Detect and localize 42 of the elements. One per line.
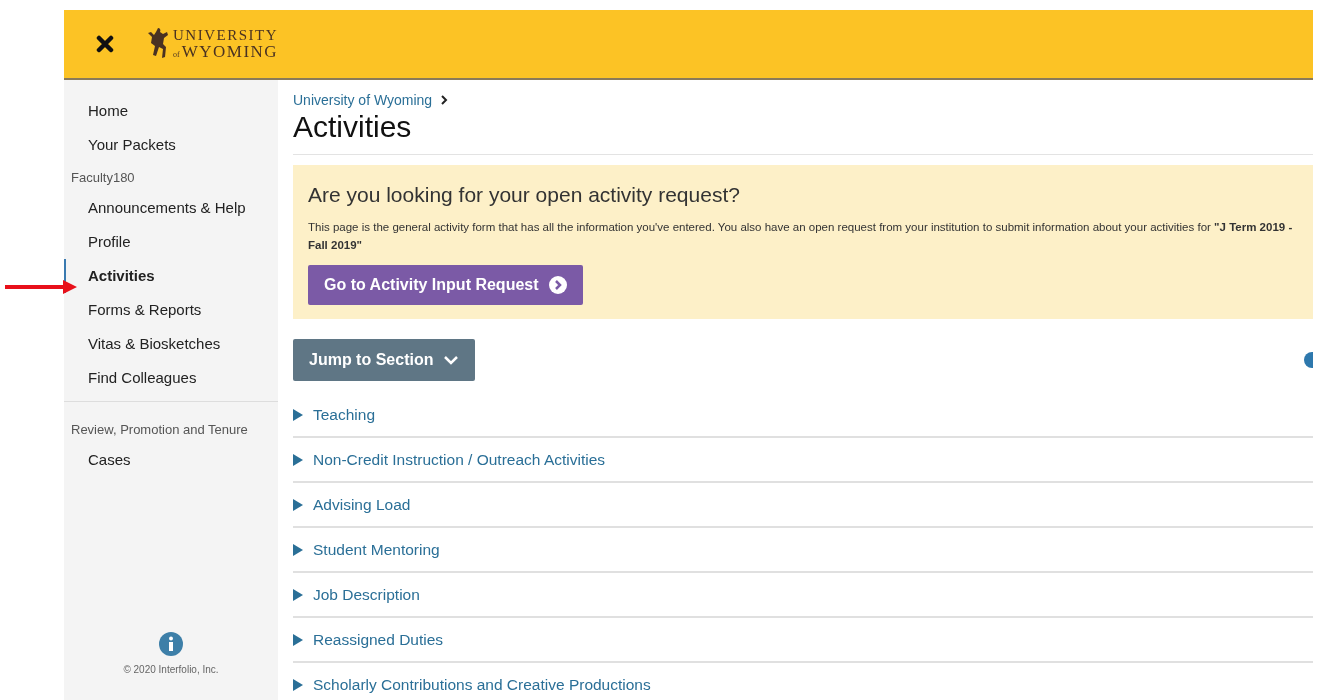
section-link[interactable]: Non-Credit Instruction / Outreach Activities [313,451,606,470]
chevron-right-icon [440,95,449,105]
section-link[interactable]: Reassigned Duties [313,631,444,650]
caret-icon[interactable] [293,499,303,512]
sidebar-item[interactable]: Your Packets [64,128,278,162]
caret-icon[interactable] [293,544,303,557]
info-icon[interactable] [159,632,183,656]
sidebar-heading: Review, Promotion and Tenure [70,421,249,439]
section-link[interactable]: Student Mentoring [313,541,440,560]
bucking-horse-icon [146,27,170,61]
jump-to-section-button[interactable]: Jump to Section [293,338,476,381]
sidebar-item[interactable]: Activities [64,259,278,293]
sidebar-item[interactable]: Announcements & Help [64,191,278,225]
logo-text: WYOMING [181,43,279,60]
logo-text: of [173,51,180,59]
chevron-down-icon [443,354,460,365]
activity-request-button[interactable]: Go to Activity Input Request [308,264,583,305]
sidebar-item[interactable]: Find Colleagues [64,361,278,395]
caret-icon[interactable] [293,679,303,692]
close-icon[interactable] [96,35,114,53]
arrow-icon [5,280,77,294]
caret-icon[interactable] [293,589,303,602]
sidebar-heading: Faculty180 [70,169,136,187]
notice-heading: Are you looking for your open activity request? [308,183,741,207]
breadcrumb-link[interactable]: University of Wyoming [293,92,433,108]
section-link[interactable]: Advising Load [313,496,411,515]
sidebar-item[interactable]: Profile [64,225,278,259]
caret-icon[interactable] [293,454,303,467]
sidebar-item[interactable]: Vitas & Biosketches [64,327,278,361]
page-title: Activities [293,110,1313,155]
sidebar-item[interactable]: Home [64,94,278,128]
copyright-text: © 2020 Interfolio, Inc. [123,664,219,675]
caret-icon[interactable] [293,634,303,647]
logo-text: UNIVERSITY [173,28,279,43]
section-link[interactable]: Scholarly Contributions and Creative Productions [313,676,651,695]
section-link[interactable]: Teaching [313,406,376,425]
sidebar-item[interactable]: Forms & Reports [64,293,278,327]
caret-icon[interactable] [293,409,303,422]
sidebar-item[interactable]: Cases [64,443,278,477]
notice-text: This page is the general activity form that has all the information you've entered. You also have an open request from your institution to submit information about your activities for "J Term 2019 - Fall 2019" [308,220,1294,253]
section-link[interactable]: Job Description [313,586,420,605]
chevron-circle-icon [548,275,567,294]
